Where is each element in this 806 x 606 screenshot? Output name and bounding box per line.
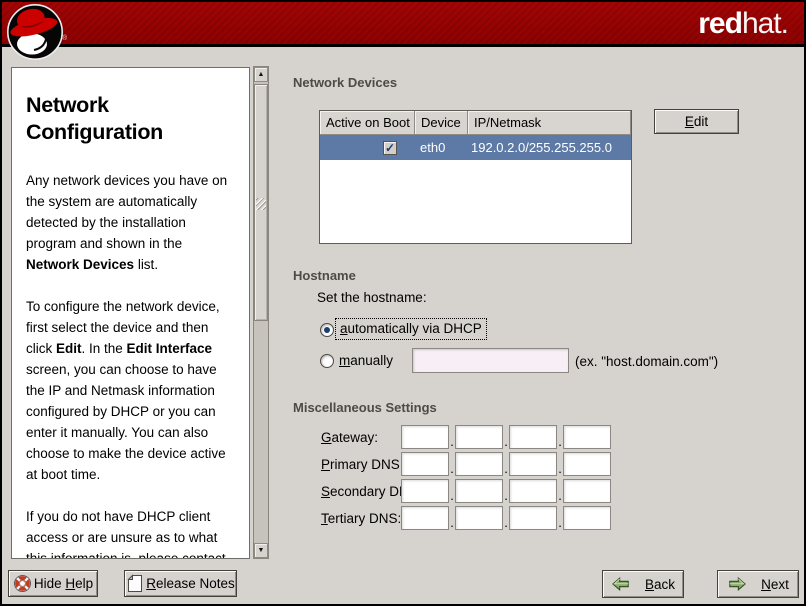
col-header-active-on-boot[interactable]: Active on Boot bbox=[320, 111, 415, 135]
network-devices-section-label: Network Devices bbox=[293, 75, 397, 90]
octet-input[interactable] bbox=[509, 452, 557, 476]
active-on-boot-cell: ✓ bbox=[320, 141, 415, 155]
radio-automatic[interactable] bbox=[320, 323, 334, 337]
help-title: Network Configuration bbox=[26, 92, 237, 146]
octet-input[interactable] bbox=[455, 425, 503, 449]
octet-input[interactable] bbox=[455, 479, 503, 503]
installer-window: redhat. ® Network Configuration Any netw… bbox=[0, 0, 806, 606]
octet-input[interactable] bbox=[401, 506, 449, 530]
table-row[interactable]: ✓ eth0 192.0.2.0/255.255.255.0 bbox=[320, 135, 631, 160]
octet-input[interactable] bbox=[509, 425, 557, 449]
active-checkbox[interactable]: ✓ bbox=[383, 141, 397, 155]
octet-input[interactable] bbox=[455, 452, 503, 476]
octet-input[interactable] bbox=[401, 479, 449, 503]
back-button[interactable]: Back bbox=[602, 570, 684, 598]
hide-help-button[interactable]: Hide Help bbox=[8, 570, 98, 597]
help-paragraph-1: Any network devices you have on the syst… bbox=[26, 170, 237, 275]
hostname-section-label: Hostname bbox=[293, 268, 356, 283]
scrollbar-grip bbox=[256, 198, 266, 210]
release-notes-button[interactable]: Release Notes bbox=[124, 570, 237, 597]
help-scrollbar[interactable]: ▲ ▼ bbox=[253, 66, 269, 559]
edit-button[interactable]: Edit bbox=[654, 109, 739, 134]
redhat-banner: redhat. bbox=[2, 2, 804, 47]
check-icon: ✓ bbox=[385, 142, 395, 154]
help-paragraph-3: If you do not have DHCP client access or… bbox=[26, 506, 237, 559]
octet-input[interactable] bbox=[509, 479, 557, 503]
col-header-device[interactable]: Device bbox=[415, 111, 468, 135]
back-arrow-icon bbox=[611, 575, 631, 593]
life-ring-icon bbox=[13, 574, 32, 593]
col-header-ip-netmask[interactable]: IP/Netmask bbox=[468, 111, 631, 135]
document-icon bbox=[126, 574, 144, 593]
radio-automatic-label[interactable]: automatically via DHCP bbox=[335, 318, 487, 340]
octet-input[interactable] bbox=[563, 425, 611, 449]
radio-manual[interactable] bbox=[320, 354, 334, 368]
hostname-input[interactable] bbox=[412, 348, 569, 373]
network-devices-table[interactable]: Active on Boot Device IP/Netmask ✓ eth0 … bbox=[319, 110, 632, 244]
primary-dns-octets: ... bbox=[401, 452, 611, 476]
ip-netmask-cell: 192.0.2.0/255.255.255.0 bbox=[468, 140, 631, 155]
tertiary-dns-label: Tertiary DNS: bbox=[321, 511, 401, 526]
wordmark-period: . bbox=[781, 7, 788, 40]
scrollbar-thumb[interactable] bbox=[254, 84, 268, 321]
help-panel: Network Configuration Any network device… bbox=[11, 67, 250, 559]
wordmark-hat: hat bbox=[742, 7, 781, 40]
octet-input[interactable] bbox=[563, 479, 611, 503]
table-header-row: Active on Boot Device IP/Netmask bbox=[320, 111, 631, 135]
secondary-dns-octets: ... bbox=[401, 479, 611, 503]
set-hostname-prompt: Set the hostname: bbox=[317, 290, 427, 305]
registered-trademark: ® bbox=[62, 35, 67, 42]
octet-input[interactable] bbox=[509, 506, 557, 530]
misc-settings-section-label: Miscellaneous Settings bbox=[293, 400, 437, 415]
gateway-octets: ... bbox=[401, 425, 611, 449]
wordmark-red: red bbox=[698, 7, 742, 40]
octet-input[interactable] bbox=[563, 452, 611, 476]
primary-dns-label: Primary DNS: bbox=[321, 457, 404, 472]
next-arrow-button[interactable]: Next bbox=[717, 570, 799, 598]
scroll-up-icon[interactable]: ▲ bbox=[254, 67, 268, 82]
gateway-label: Gateway: bbox=[321, 430, 378, 445]
redhat-wordmark: redhat. bbox=[698, 6, 788, 42]
octet-input[interactable] bbox=[455, 506, 503, 530]
hostname-hint: (ex. "host.domain.com") bbox=[575, 354, 718, 369]
radio-manual-label[interactable]: manually bbox=[339, 353, 393, 368]
octet-input[interactable] bbox=[563, 506, 611, 530]
device-cell: eth0 bbox=[415, 140, 468, 155]
octet-input[interactable] bbox=[401, 452, 449, 476]
scroll-down-icon[interactable]: ▼ bbox=[254, 543, 268, 558]
next-arrow-icon bbox=[727, 575, 747, 593]
help-paragraph-2: To configure the network device, first s… bbox=[26, 296, 237, 485]
tertiary-dns-octets: ... bbox=[401, 506, 611, 530]
shadowman-logo-icon bbox=[6, 3, 64, 66]
octet-input[interactable] bbox=[401, 425, 449, 449]
